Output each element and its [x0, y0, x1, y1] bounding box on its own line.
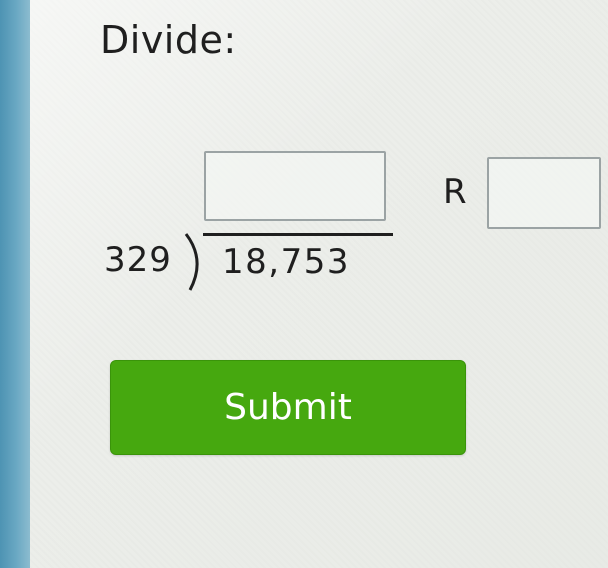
remainder-label: R: [443, 172, 467, 212]
submit-button[interactable]: Submit: [110, 360, 466, 455]
long-division-bar: [203, 233, 393, 236]
divisor: 329: [104, 240, 172, 280]
long-division-bracket: [184, 233, 199, 291]
dividend: 18,753: [222, 242, 350, 282]
remainder-input[interactable]: [487, 157, 601, 229]
question-prompt: Divide:: [100, 18, 237, 62]
screen-edge: [0, 0, 30, 568]
question-panel: [30, 0, 608, 568]
quotient-input[interactable]: [204, 151, 386, 221]
